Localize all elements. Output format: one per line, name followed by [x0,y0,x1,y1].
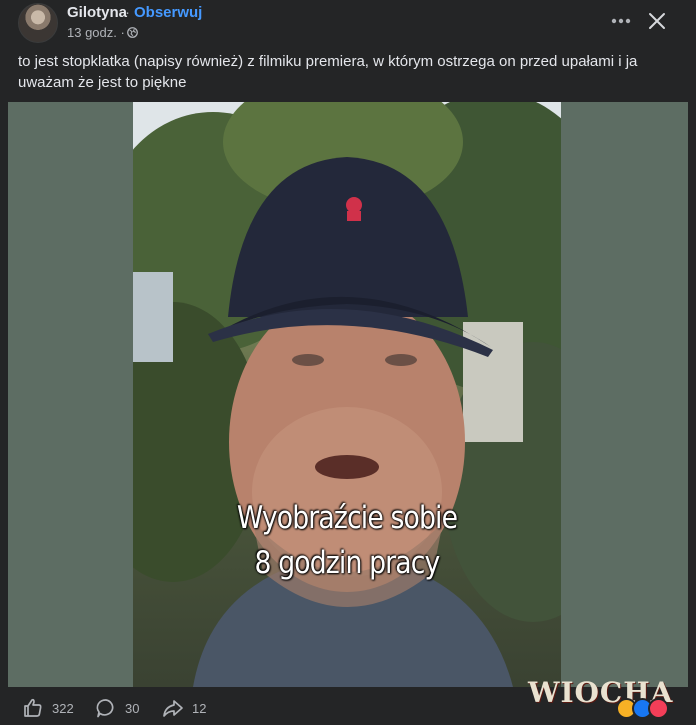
post-media[interactable]: Wyobraźcie sobie 8 godzin pracy [8,102,688,687]
comment-button[interactable]: 30 [95,697,139,719]
follow-button[interactable]: Obserwuj [134,4,202,21]
post-card: Gilotyna · Obserwuj 13 godz. · to jest s… [0,0,696,725]
like-button[interactable]: 322 [22,697,74,719]
close-icon[interactable] [645,9,669,33]
like-icon [24,698,42,717]
post-header: Gilotyna · Obserwuj 13 godz. · [0,0,696,46]
comment-icon [96,699,114,718]
subtitle-line-1: Wyobraźcie sobie [236,500,458,536]
subtitle-line-2: 8 godzin pracy [254,545,440,581]
avatar[interactable] [18,3,58,43]
video-still-image [133,102,561,687]
comment-count: 30 [125,700,140,716]
post-timestamp[interactable]: 13 godz. · [67,25,125,40]
share-icon [163,700,183,717]
watermark-logo: WIOCHA [528,676,683,719]
author-name[interactable]: Gilotyna [67,4,127,21]
reaction-icons [616,698,669,719]
share-count: 12 [192,700,207,716]
globe-icon [127,27,138,38]
video-still: Wyobraźcie sobie 8 godzin pracy [133,102,561,687]
header-separator: · [125,4,130,21]
like-count: 322 [52,700,74,716]
share-button[interactable]: 12 [162,697,206,719]
love-reaction-icon [648,698,669,719]
post-caption: to jest stopklatka (napisy również) z fi… [18,53,638,91]
more-icon[interactable] [608,10,634,32]
